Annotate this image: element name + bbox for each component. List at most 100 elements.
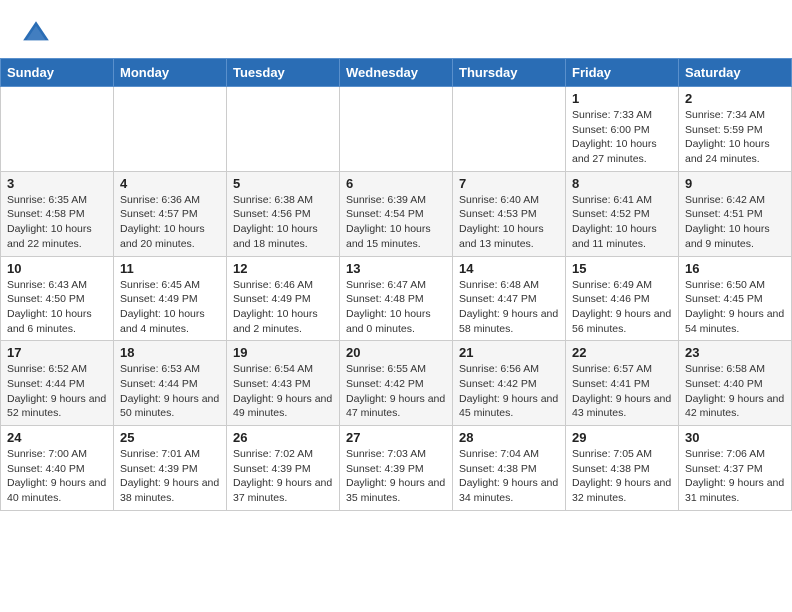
day-number: 23 — [685, 345, 785, 360]
day-info: Sunrise: 7:05 AM Sunset: 4:38 PM Dayligh… — [572, 447, 672, 506]
weekday-header-sunday: Sunday — [1, 59, 114, 87]
day-cell: 13 Sunrise: 6:47 AM Sunset: 4:48 PM Dayli… — [340, 256, 453, 341]
week-row-4: 17 Sunrise: 6:52 AM Sunset: 4:44 PM Dayli… — [1, 341, 792, 426]
weekday-header-friday: Friday — [566, 59, 679, 87]
day-cell: 16 Sunrise: 6:50 AM Sunset: 4:45 PM Dayli… — [679, 256, 792, 341]
day-number: 6 — [346, 176, 446, 191]
day-info: Sunrise: 6:39 AM Sunset: 4:54 PM Dayligh… — [346, 193, 446, 252]
day-number: 21 — [459, 345, 559, 360]
day-number: 30 — [685, 430, 785, 445]
day-number: 18 — [120, 345, 220, 360]
day-info: Sunrise: 7:04 AM Sunset: 4:38 PM Dayligh… — [459, 447, 559, 506]
day-info: Sunrise: 6:54 AM Sunset: 4:43 PM Dayligh… — [233, 362, 333, 421]
week-row-5: 24 Sunrise: 7:00 AM Sunset: 4:40 PM Dayli… — [1, 426, 792, 511]
header — [0, 0, 792, 58]
day-cell: 21 Sunrise: 6:56 AM Sunset: 4:42 PM Dayli… — [453, 341, 566, 426]
day-number: 12 — [233, 261, 333, 276]
day-number: 10 — [7, 261, 107, 276]
weekday-header-tuesday: Tuesday — [227, 59, 340, 87]
weekday-header-wednesday: Wednesday — [340, 59, 453, 87]
day-info: Sunrise: 7:03 AM Sunset: 4:39 PM Dayligh… — [346, 447, 446, 506]
day-cell: 20 Sunrise: 6:55 AM Sunset: 4:42 PM Dayli… — [340, 341, 453, 426]
day-cell: 6 Sunrise: 6:39 AM Sunset: 4:54 PM Daylig… — [340, 171, 453, 256]
day-info: Sunrise: 6:45 AM Sunset: 4:49 PM Dayligh… — [120, 278, 220, 337]
day-number: 7 — [459, 176, 559, 191]
day-cell: 7 Sunrise: 6:40 AM Sunset: 4:53 PM Daylig… — [453, 171, 566, 256]
day-info: Sunrise: 7:00 AM Sunset: 4:40 PM Dayligh… — [7, 447, 107, 506]
day-number: 26 — [233, 430, 333, 445]
day-cell: 4Sunrise: 6:36 AM Sunset: 4:57 PM Daylig… — [114, 171, 227, 256]
day-info: Sunrise: 6:46 AM Sunset: 4:49 PM Dayligh… — [233, 278, 333, 337]
day-info: Sunrise: 6:56 AM Sunset: 4:42 PM Dayligh… — [459, 362, 559, 421]
day-info: Sunrise: 6:42 AM Sunset: 4:51 PM Dayligh… — [685, 193, 785, 252]
day-info: Sunrise: 6:49 AM Sunset: 4:46 PM Dayligh… — [572, 278, 672, 337]
weekday-header-saturday: Saturday — [679, 59, 792, 87]
weekday-header-thursday: Thursday — [453, 59, 566, 87]
day-cell: 2Sunrise: 7:34 AM Sunset: 5:59 PM Daylig… — [679, 87, 792, 172]
day-number: 13 — [346, 261, 446, 276]
day-cell: 30 Sunrise: 7:06 AM Sunset: 4:37 PM Dayli… — [679, 426, 792, 511]
day-info: Sunrise: 6:55 AM Sunset: 4:42 PM Dayligh… — [346, 362, 446, 421]
day-number: 9 — [685, 176, 785, 191]
day-info: Sunrise: 6:53 AM Sunset: 4:44 PM Dayligh… — [120, 362, 220, 421]
day-cell: 14 Sunrise: 6:48 AM Sunset: 4:47 PM Dayli… — [453, 256, 566, 341]
day-cell — [453, 87, 566, 172]
day-number: 25 — [120, 430, 220, 445]
day-number: 11 — [120, 261, 220, 276]
day-number: 2 — [685, 91, 785, 106]
day-cell: 25 Sunrise: 7:01 AM Sunset: 4:39 PM Dayli… — [114, 426, 227, 511]
calendar: SundayMondayTuesdayWednesdayThursdayFrid… — [0, 58, 792, 511]
day-number: 24 — [7, 430, 107, 445]
day-cell: 24 Sunrise: 7:00 AM Sunset: 4:40 PM Dayli… — [1, 426, 114, 511]
weekday-header-row: SundayMondayTuesdayWednesdayThursdayFrid… — [1, 59, 792, 87]
day-info: Sunrise: 7:06 AM Sunset: 4:37 PM Dayligh… — [685, 447, 785, 506]
day-cell: 23 Sunrise: 6:58 AM Sunset: 4:40 PM Dayli… — [679, 341, 792, 426]
day-cell: 26 Sunrise: 7:02 AM Sunset: 4:39 PM Dayli… — [227, 426, 340, 511]
day-number: 20 — [346, 345, 446, 360]
day-cell: 9 Sunrise: 6:42 AM Sunset: 4:51 PM Daylig… — [679, 171, 792, 256]
day-number: 19 — [233, 345, 333, 360]
day-number: 1 — [572, 91, 672, 106]
day-number: 27 — [346, 430, 446, 445]
day-info: Sunrise: 6:43 AM Sunset: 4:50 PM Dayligh… — [7, 278, 107, 337]
day-info: Sunrise: 6:52 AM Sunset: 4:44 PM Dayligh… — [7, 362, 107, 421]
day-info: Sunrise: 6:50 AM Sunset: 4:45 PM Dayligh… — [685, 278, 785, 337]
day-cell: 15 Sunrise: 6:49 AM Sunset: 4:46 PM Dayli… — [566, 256, 679, 341]
day-number: 22 — [572, 345, 672, 360]
day-number: 14 — [459, 261, 559, 276]
day-number: 29 — [572, 430, 672, 445]
day-cell: 8Sunrise: 6:41 AM Sunset: 4:52 PM Daylig… — [566, 171, 679, 256]
day-cell: 22 Sunrise: 6:57 AM Sunset: 4:41 PM Dayli… — [566, 341, 679, 426]
logo — [20, 18, 56, 50]
week-row-3: 10 Sunrise: 6:43 AM Sunset: 4:50 PM Dayli… — [1, 256, 792, 341]
day-number: 3 — [7, 176, 107, 191]
day-cell: 18 Sunrise: 6:53 AM Sunset: 4:44 PM Dayli… — [114, 341, 227, 426]
day-info: Sunrise: 7:33 AM Sunset: 6:00 PM Dayligh… — [572, 108, 672, 167]
day-cell — [1, 87, 114, 172]
week-row-1: 1 Sunrise: 7:33 AM Sunset: 6:00 PM Daylig… — [1, 87, 792, 172]
day-number: 17 — [7, 345, 107, 360]
day-cell: 1 Sunrise: 7:33 AM Sunset: 6:00 PM Daylig… — [566, 87, 679, 172]
day-info: Sunrise: 6:48 AM Sunset: 4:47 PM Dayligh… — [459, 278, 559, 337]
day-number: 4 — [120, 176, 220, 191]
day-info: Sunrise: 7:01 AM Sunset: 4:39 PM Dayligh… — [120, 447, 220, 506]
day-cell: 10 Sunrise: 6:43 AM Sunset: 4:50 PM Dayli… — [1, 256, 114, 341]
day-info: Sunrise: 7:02 AM Sunset: 4:39 PM Dayligh… — [233, 447, 333, 506]
day-number: 5 — [233, 176, 333, 191]
day-info: Sunrise: 6:38 AM Sunset: 4:56 PM Dayligh… — [233, 193, 333, 252]
day-cell: 5 Sunrise: 6:38 AM Sunset: 4:56 PM Daylig… — [227, 171, 340, 256]
day-cell: 11 Sunrise: 6:45 AM Sunset: 4:49 PM Dayli… — [114, 256, 227, 341]
day-cell: 27 Sunrise: 7:03 AM Sunset: 4:39 PM Dayli… — [340, 426, 453, 511]
day-info: Sunrise: 6:58 AM Sunset: 4:40 PM Dayligh… — [685, 362, 785, 421]
day-number: 8 — [572, 176, 672, 191]
day-info: Sunrise: 6:40 AM Sunset: 4:53 PM Dayligh… — [459, 193, 559, 252]
logo-icon — [20, 18, 52, 50]
day-number: 15 — [572, 261, 672, 276]
day-cell — [114, 87, 227, 172]
day-cell — [340, 87, 453, 172]
day-number: 16 — [685, 261, 785, 276]
day-info: Sunrise: 6:47 AM Sunset: 4:48 PM Dayligh… — [346, 278, 446, 337]
day-cell: 3Sunrise: 6:35 AM Sunset: 4:58 PM Daylig… — [1, 171, 114, 256]
day-cell: 29 Sunrise: 7:05 AM Sunset: 4:38 PM Dayli… — [566, 426, 679, 511]
day-info: Sunrise: 6:57 AM Sunset: 4:41 PM Dayligh… — [572, 362, 672, 421]
